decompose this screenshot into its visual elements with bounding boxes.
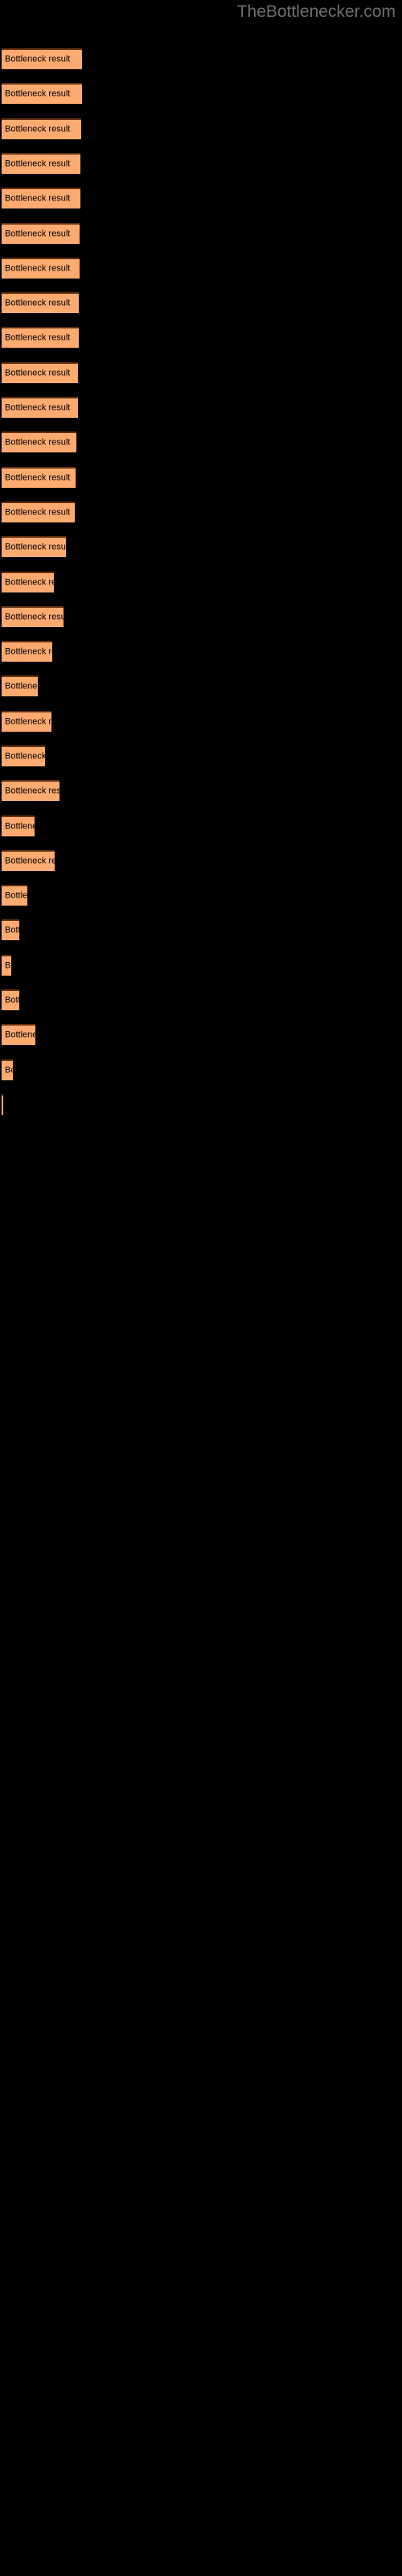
bar-7: Bottleneck result: [2, 292, 79, 313]
bar-label: Bottleneck result: [5, 437, 71, 448]
bar-chart: TheBottlenecker.com Bottleneck result Bot…: [0, 0, 402, 2576]
bar-18: Bottleneck result: [2, 675, 38, 696]
bar-10: Bottleneck result: [2, 397, 78, 418]
bar-label: Bottleneck result: [5, 193, 71, 204]
bar-label: Bottleneck result: [5, 751, 45, 762]
bar-1: Bottleneck result: [2, 83, 82, 104]
bar-label: Bottleneck result: [5, 786, 59, 796]
bar-27: Bottleneck result: [2, 989, 19, 1010]
bar-label: Bottleneck result: [5, 646, 52, 657]
bar-9: Bottleneck result: [2, 362, 78, 383]
bar-12: Bottleneck result: [2, 467, 76, 488]
bar-label: Bottleneck result: [5, 1065, 13, 1075]
bar-label: Bottleneck result: [5, 229, 71, 239]
bar-label: Bottleneck result: [5, 473, 71, 483]
bar-21: Bottleneck result: [2, 780, 59, 801]
bar-label: Bottleneck result: [5, 925, 19, 935]
bar-label: Bottleneck result: [5, 960, 11, 971]
bar-label: Bottleneck result: [5, 298, 71, 308]
bar-label: Bottleneck result: [5, 507, 71, 518]
bar-23: Bottleneck result: [2, 850, 55, 871]
bar-25: Bottleneck result: [2, 919, 19, 940]
bar-20: Bottleneck result: [2, 745, 45, 766]
bar-15: Bottleneck result: [2, 572, 54, 592]
bar-label: Bottleneck result: [5, 89, 71, 99]
bar-label: Bottleneck result: [5, 159, 71, 169]
bar-22: Bottleneck result: [2, 815, 35, 836]
bar-label: Bottleneck result: [5, 263, 71, 274]
bar-label: Bottleneck result: [5, 124, 71, 134]
bar-0: Bottleneck result: [2, 48, 82, 69]
bar-8: Bottleneck result: [2, 327, 79, 348]
bar-6: Bottleneck result: [2, 258, 80, 279]
bar-label: Bottleneck result: [5, 995, 19, 1005]
bar-2: Bottleneck result: [2, 118, 81, 139]
bar-28: Bottleneck result: [2, 1024, 35, 1045]
bar-29: Bottleneck result: [2, 1059, 13, 1080]
bar-label: Bottleneck result: [5, 402, 71, 413]
bar-label: Bottleneck result: [5, 332, 71, 343]
bar-label: Bottleneck result: [5, 577, 54, 588]
bar-14: Bottleneck result: [2, 536, 66, 557]
bar-label: Bottleneck result: [5, 612, 64, 622]
bar-5: Bottleneck result: [2, 223, 80, 244]
bar-30: Bottleneck result: [2, 1094, 3, 1115]
bar-label: Bottleneck result: [5, 890, 27, 901]
bar-label: Bottleneck result: [5, 856, 55, 866]
bar-26: Bottleneck result: [2, 955, 11, 976]
bar-label: Bottleneck result: [5, 821, 35, 832]
bar-4: Bottleneck result: [2, 188, 80, 208]
bar-label: Bottleneck result: [5, 1030, 35, 1040]
bar-3: Bottleneck result: [2, 153, 80, 174]
bar-17: Bottleneck result: [2, 641, 52, 662]
bar-label: Bottleneck result: [5, 716, 51, 727]
bar-label: Bottleneck result: [5, 542, 66, 552]
bar-24: Bottleneck result: [2, 885, 27, 906]
bar-13: Bottleneck result: [2, 502, 75, 522]
bar-label: Bottleneck result: [5, 681, 38, 691]
bar-16: Bottleneck result: [2, 606, 64, 627]
bars-layer: Bottleneck result Bottleneck result Bottle…: [0, 0, 402, 2576]
bar-label: Bottleneck result: [5, 368, 71, 378]
bar-11: Bottleneck result: [2, 431, 76, 452]
bar-label: Bottleneck result: [5, 54, 71, 64]
bar-19: Bottleneck result: [2, 711, 51, 732]
